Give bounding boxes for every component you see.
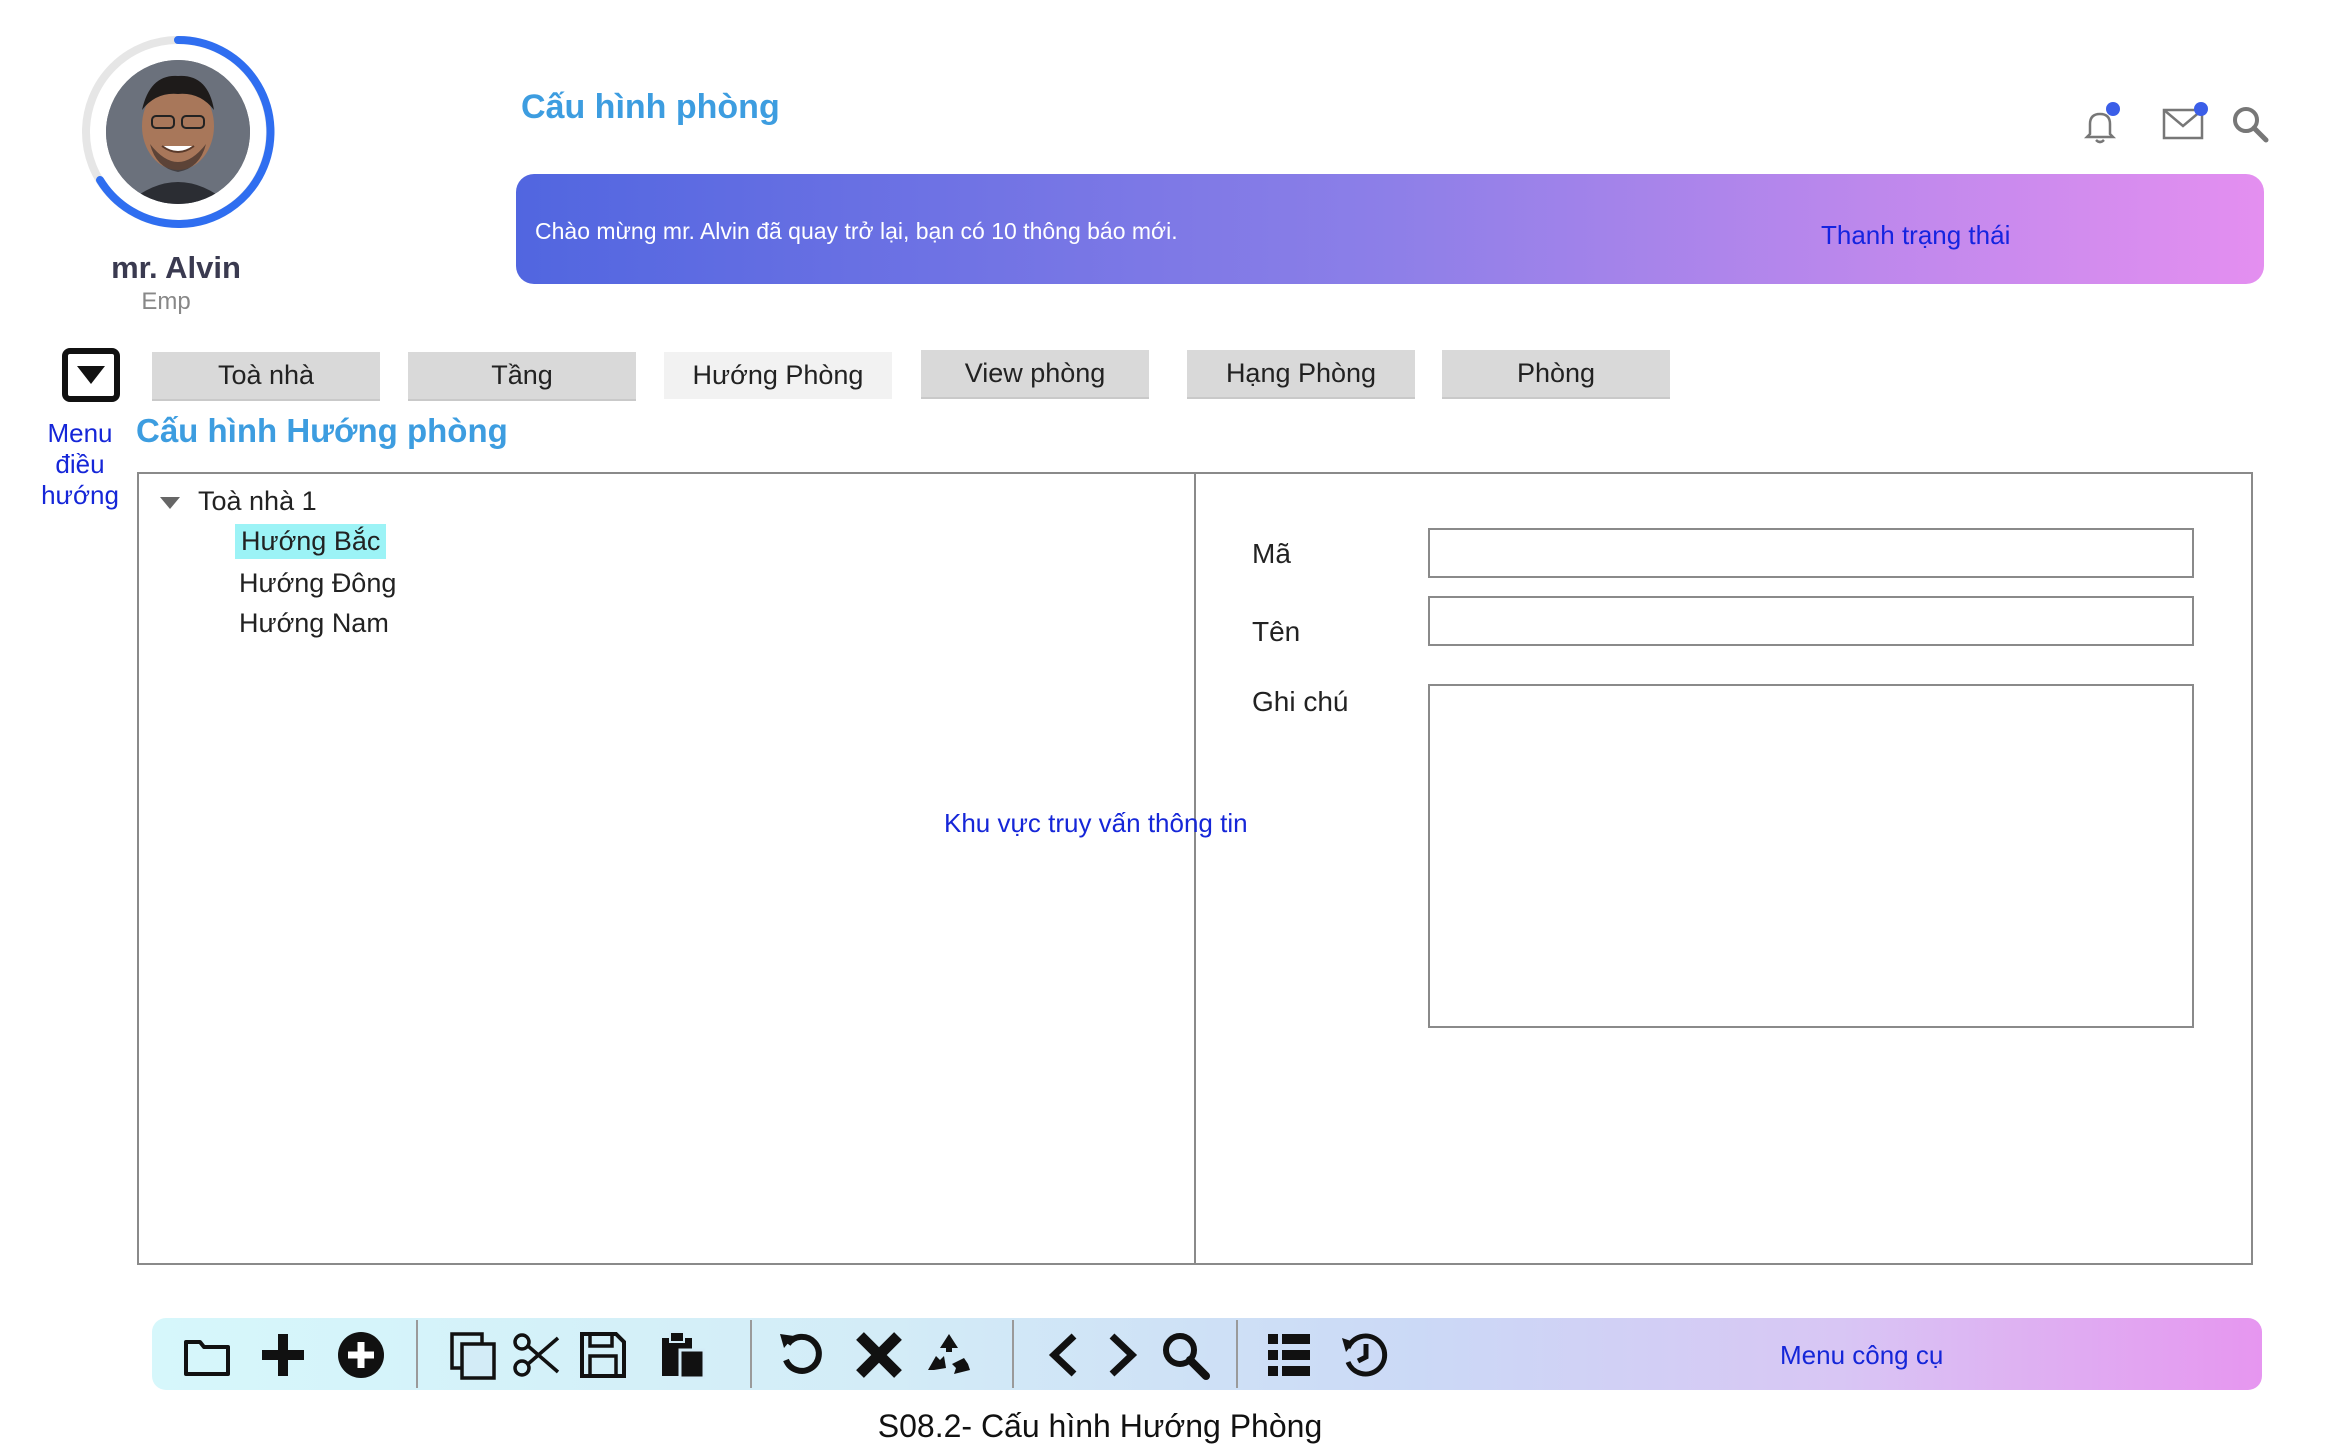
history-icon[interactable] — [1340, 1330, 1390, 1380]
paste-icon[interactable] — [658, 1330, 708, 1380]
tab-tang[interactable]: Tầng — [408, 352, 636, 399]
name-field[interactable] — [1428, 596, 2194, 646]
tree-item-huong-dong[interactable]: Hướng Đông — [239, 568, 396, 599]
tab-hang-phong[interactable]: Hạng Phòng — [1187, 350, 1415, 397]
toolbar-separator — [1012, 1320, 1014, 1388]
notes-label: Ghi chú — [1252, 686, 1349, 717]
name-label: Tên — [1252, 616, 1301, 647]
user-name: mr. Alvin — [111, 250, 241, 285]
list-icon[interactable] — [1264, 1330, 1314, 1380]
avatar[interactable] — [80, 34, 276, 230]
copy-icon[interactable] — [448, 1330, 498, 1380]
mail-badge — [2194, 102, 2208, 116]
recycle-icon[interactable] — [924, 1330, 974, 1380]
tool-menu: Menu công cụ — [152, 1318, 2262, 1390]
chevron-left-icon[interactable] — [1040, 1330, 1090, 1380]
save-icon[interactable] — [578, 1330, 628, 1380]
toolbar-separator — [416, 1320, 418, 1388]
dropdown-icon — [77, 366, 105, 384]
search-icon[interactable] — [1160, 1330, 1210, 1380]
notification-badge — [2106, 102, 2120, 116]
notes-field[interactable] — [1428, 684, 2194, 1028]
close-icon[interactable] — [854, 1330, 904, 1380]
undo-icon[interactable] — [778, 1330, 828, 1380]
section-title: Cấu hình Hướng phòng — [136, 412, 508, 449]
tree-item-huong-nam[interactable]: Hướng Nam — [239, 608, 389, 639]
chevron-right-icon[interactable] — [1096, 1330, 1146, 1380]
tree-node-root[interactable]: Toà nhà 1 — [160, 486, 317, 517]
tool-menu-label: Menu công cụ — [1780, 1340, 1944, 1370]
tab-toa-nha[interactable]: Toà nhà — [152, 352, 380, 399]
code-label: Mã — [1252, 538, 1291, 569]
tab-huong-phong[interactable]: Hướng Phòng — [664, 352, 892, 399]
avatar-image — [82, 35, 275, 228]
tab-phong[interactable]: Phòng — [1442, 350, 1670, 397]
welcome-banner: Chào mừng mr. Alvin đã quay trở lại, bạn… — [516, 174, 2264, 284]
banner-message: Chào mừng mr. Alvin đã quay trở lại, bạn… — [535, 218, 1178, 244]
page-title: Cấu hình phòng — [521, 88, 780, 126]
query-area-label: Khu vực truy vấn thông tin — [944, 808, 1248, 838]
code-field[interactable] — [1428, 528, 2194, 578]
search-icon[interactable] — [2228, 102, 2272, 146]
toolbar-separator — [750, 1320, 752, 1388]
scissors-icon[interactable] — [512, 1330, 562, 1380]
tab-view-phong[interactable]: View phòng — [921, 350, 1149, 397]
plus-circle-icon[interactable] — [336, 1330, 386, 1380]
nav-menu-toggle[interactable] — [62, 348, 120, 402]
user-role: Emp — [141, 288, 191, 315]
tree-item-huong-bac[interactable]: Hướng Bắc — [235, 524, 387, 559]
folder-icon[interactable] — [182, 1330, 232, 1380]
tree-root-label: Toà nhà 1 — [198, 486, 317, 516]
toolbar-separator — [1236, 1320, 1238, 1388]
status-bar-label: Thanh trạng thái — [1821, 220, 2011, 250]
screen-caption: S08.2- Cấu hình Hướng Phòng — [877, 1408, 1323, 1444]
caret-down-icon[interactable] — [160, 496, 180, 509]
nav-menu-label: Menu điều hướng — [41, 418, 119, 510]
plus-icon[interactable] — [258, 1330, 308, 1380]
panel-divider — [1194, 472, 1196, 1265]
